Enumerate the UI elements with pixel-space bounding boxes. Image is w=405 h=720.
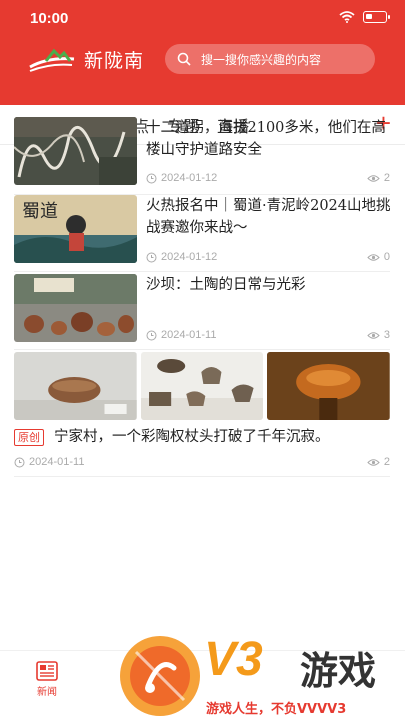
gallery-image: [140, 352, 264, 420]
app-header: 10:00 新陇南 搜一搜你感兴趣的内容: [0, 0, 405, 105]
clock-icon: [146, 173, 157, 183]
article-date: 2024-01-11: [14, 456, 84, 468]
watermark-emblem-icon: [120, 636, 200, 716]
clock-icon: [146, 330, 157, 340]
top-bar: 新陇南 搜一搜你感兴趣的内容: [0, 38, 405, 83]
logo-mountain-icon: [29, 48, 75, 72]
search-icon: [177, 52, 191, 66]
status-time: 10:00: [30, 10, 69, 27]
article-title: 火热报名中｜蜀道·青泥岭2024山地挑战赛邀你来战～: [146, 198, 391, 236]
eye-icon: [367, 174, 380, 182]
clock-icon: [146, 252, 157, 262]
search-bar[interactable]: 搜一搜你感兴趣的内容: [165, 44, 375, 74]
app-logo[interactable]: 新陇南: [28, 46, 144, 73]
thumb-calligraphy: 蜀道: [22, 201, 58, 222]
eye-icon: [367, 253, 380, 261]
eye-icon: [367, 331, 380, 339]
article-item[interactable]: 十二道拐，海拔2100多米，他们在高楼山守护道路安全 2024-01-12 2: [14, 117, 390, 195]
eye-icon: [367, 458, 380, 466]
battery-icon: [363, 11, 390, 23]
article-date: 2024-01-12: [146, 172, 217, 184]
article-title: 沙坝：土陶的日常与光彩: [146, 277, 306, 293]
article-thumbnail: 蜀道: [14, 195, 137, 263]
article-views: 2: [367, 456, 390, 468]
nav-news-label: 新闻: [37, 687, 57, 698]
status-bar: 10:00: [0, 0, 405, 38]
article-title: 宁家村，一个彩陶权杖头打破了千年沉寂。: [54, 429, 330, 445]
watermark-slogan: 游戏人生，不负VVVV3: [206, 702, 347, 717]
gallery-image: [14, 352, 137, 420]
original-badge: 原创: [14, 428, 44, 446]
gallery-article-title-row[interactable]: 原创 宁家村，一个彩陶权杖头打破了千年沉寂。: [14, 426, 390, 448]
article-title: 十二道拐，海拔2100多米，他们在高楼山守护道路安全: [146, 120, 386, 158]
article-thumbnail: [14, 274, 137, 342]
article-item[interactable]: 蜀道 火热报名中｜蜀道·青泥岭2024山地挑战赛邀你来战～ 2024-01-12…: [14, 195, 391, 272]
watermark-brand: V3: [204, 633, 263, 686]
watermark-logo: V3 游戏 游戏人生，不负VVVV3: [118, 630, 405, 720]
logo-text: 新陇南: [84, 50, 145, 72]
article-thumbnail: [14, 117, 137, 185]
nav-news[interactable]: 新闻: [36, 661, 58, 698]
wifi-icon: [339, 11, 355, 23]
status-icons: [339, 11, 390, 23]
clock-icon: [14, 457, 25, 467]
article-views: 3: [367, 329, 390, 341]
watermark-name: 游戏: [300, 649, 377, 693]
gallery-image: [267, 352, 391, 420]
search-placeholder: 搜一搜你感兴趣的内容: [201, 52, 322, 67]
article-date: 2024-01-11: [146, 329, 216, 341]
article-views: 0: [367, 251, 390, 263]
article-date: 2024-01-12: [146, 251, 217, 263]
gallery-images[interactable]: [14, 352, 391, 420]
news-icon: [36, 661, 58, 681]
article-item[interactable]: 沙坝：土陶的日常与光彩 2024-01-11 3: [14, 274, 390, 350]
article-views: 2: [367, 172, 390, 184]
divider: [14, 476, 390, 477]
